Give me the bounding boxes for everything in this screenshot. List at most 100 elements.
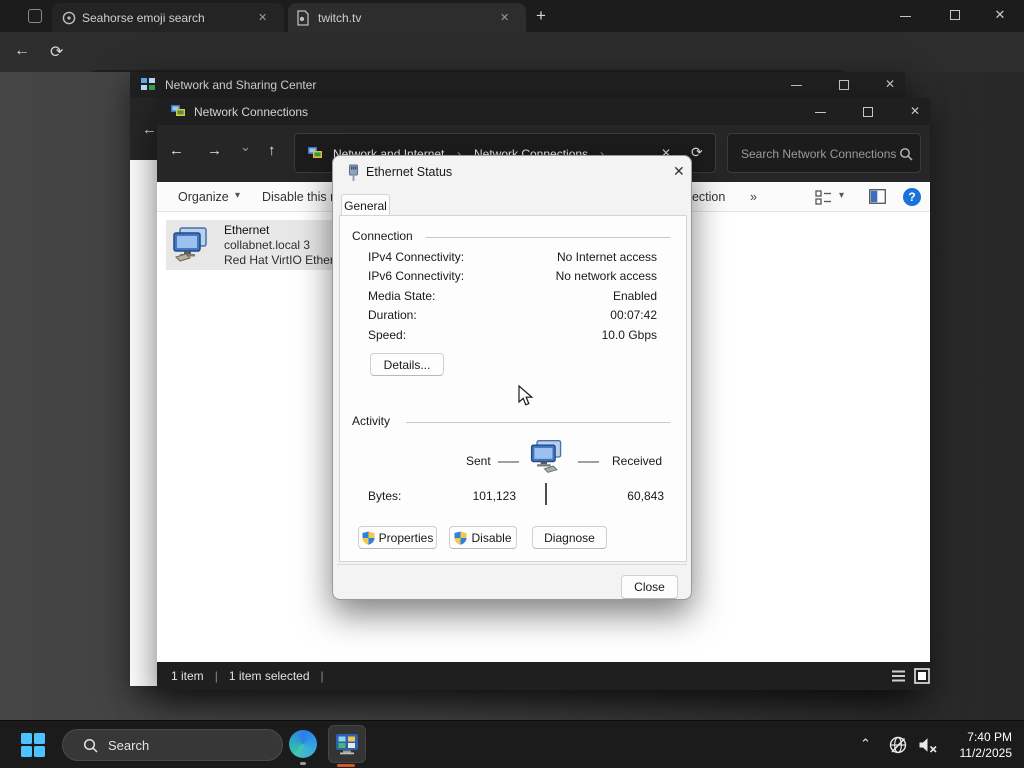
ethernet-status-dialog[interactable]: Ethernet Status ✕ General Connection IPv…: [332, 155, 692, 600]
browser-close-button[interactable]: ✕: [985, 7, 1015, 23]
edge-running-indicator: [300, 762, 306, 765]
activity-group-label: Activity: [352, 414, 391, 428]
organize-caret-icon: ▾: [235, 190, 241, 201]
item-count: 1 item: [171, 669, 204, 683]
row-label: IPv6 Connectivity:: [368, 269, 465, 283]
nc-address-icon: [308, 147, 322, 158]
view-caret-icon[interactable]: ▾: [839, 190, 844, 201]
status-separator: |: [320, 669, 324, 683]
nsc-close-button[interactable]: ✕: [885, 77, 895, 91]
ethernet-connection-icon: [173, 227, 207, 262]
preview-pane-icon[interactable]: [869, 189, 886, 204]
sent-dash: [498, 461, 519, 463]
browser-tab-bar: Seahorse emoji search ✕ twitch.tv ✕ + ✕: [0, 0, 1024, 32]
nsc-minimize-button[interactable]: [791, 85, 802, 86]
activity-computer-icon: [530, 440, 562, 473]
nc-search-placeholder: Search Network Connections: [741, 147, 897, 161]
nc-search-box[interactable]: Search Network Connections: [727, 133, 921, 173]
connection-group-label: Connection: [352, 229, 413, 243]
tab2-close-icon[interactable]: ✕: [500, 11, 509, 24]
tab-workspace-icon[interactable]: [28, 9, 42, 23]
disable-device-button[interactable]: Disable this n: [262, 190, 337, 204]
diagnose-button[interactable]: Diagnose: [532, 526, 607, 549]
browser-toolbar: ← ⟳ twitch.tv/low_plankton_3329 A⁾ ☆ ☆ I…: [0, 32, 1024, 98]
connection-network: collabnet.local 3: [224, 238, 311, 252]
nc-maximize-button[interactable]: [863, 107, 873, 117]
control-panel-taskbar-icon[interactable]: [328, 725, 366, 763]
tab-label: twitch.tv: [318, 11, 362, 25]
ethernet-connection-item[interactable]: Ethernet collabnet.local 3 Red Hat VirtI…: [166, 220, 334, 270]
row-value: No network access: [555, 269, 657, 283]
bytes-separator: [545, 483, 547, 505]
details-view-icon[interactable]: [891, 669, 906, 683]
received-label: Received: [612, 454, 663, 468]
nc-up-icon[interactable]: ↑: [268, 142, 276, 159]
received-bytes-value: 60,843: [627, 489, 664, 503]
desktop: Seahorse emoji search ✕ twitch.tv ✕ + ✕ …: [0, 0, 1024, 768]
disable-button[interactable]: Disable: [449, 526, 517, 549]
properties-button[interactable]: Properties: [358, 526, 437, 549]
selected-count: 1 item selected: [228, 669, 310, 683]
taskbar-search-placeholder: Search: [108, 737, 150, 753]
tab-general[interactable]: General: [341, 194, 390, 216]
change-view-icon[interactable]: [815, 190, 832, 205]
received-dash: [578, 461, 599, 463]
nc-back-icon[interactable]: ←: [169, 142, 184, 159]
clock-time: 7:40 PM: [967, 730, 1012, 744]
edge-taskbar-icon[interactable]: [289, 730, 317, 758]
nc-title-bar[interactable]: Network Connections ✕: [157, 98, 930, 125]
nsc-window-title: Network and Sharing Center: [165, 78, 317, 92]
browser-refresh-icon[interactable]: ⟳: [50, 42, 63, 62]
browser-back-icon[interactable]: ←: [14, 42, 30, 60]
browser-restore-button[interactable]: [950, 10, 960, 20]
connection-device: Red Hat VirtIO Ether: [224, 253, 334, 267]
active-window-indicator: [337, 764, 355, 767]
help-icon[interactable]: ?: [903, 188, 921, 206]
nsc-window-icon: [141, 78, 155, 90]
address-refresh-icon[interactable]: ⟳: [691, 144, 703, 161]
taskbar-clock[interactable]: 7:40 PM 11/2/2025: [930, 729, 1013, 761]
nc-recent-locations-icon[interactable]: ⌄: [240, 139, 251, 155]
activity-group-line: [406, 422, 670, 423]
nsc-maximize-button[interactable]: [839, 80, 849, 90]
tab1-close-icon[interactable]: ✕: [258, 11, 267, 24]
organize-button[interactable]: Organize: [178, 190, 229, 204]
tray-chevron-up-icon[interactable]: ⌃: [860, 736, 871, 752]
row-value: 10.0 Gbps: [601, 328, 657, 342]
tab-seahorse[interactable]: Seahorse emoji search ✕: [52, 3, 284, 32]
row-label: IPv4 Connectivity:: [368, 250, 465, 264]
nc-close-button[interactable]: ✕: [910, 104, 920, 118]
uac-shield-icon: [362, 531, 375, 545]
dialog-footer-line: [337, 564, 687, 565]
nc-status-bar: 1 item | 1 item selected |: [157, 662, 930, 690]
connection-name: Ethernet: [224, 223, 270, 237]
nc-minimize-button[interactable]: [815, 112, 826, 113]
new-tab-button[interactable]: +: [536, 6, 546, 26]
taskbar: Search ⌃ 7:40 PM 11/2/2025: [0, 720, 1024, 768]
search-icon: [900, 148, 913, 161]
details-button[interactable]: Details...: [370, 353, 444, 376]
dialog-title: Ethernet Status: [366, 165, 453, 179]
nc-window-icon: [171, 105, 185, 116]
dialog-close-icon[interactable]: ✕: [673, 163, 685, 180]
close-button[interactable]: Close: [621, 575, 678, 599]
nsc-title-bar[interactable]: Network and Sharing Center ✕: [130, 72, 905, 98]
dialog-ethernet-icon: [349, 164, 358, 181]
status-separator: |: [214, 669, 218, 683]
row-value: 00:07:42: [610, 308, 657, 322]
nc-forward-icon[interactable]: →: [207, 142, 222, 159]
command-overflow-icon[interactable]: »: [750, 190, 757, 204]
taskbar-search-box[interactable]: Search: [62, 729, 283, 761]
tab-twitch[interactable]: twitch.tv ✕: [288, 3, 526, 32]
tab-label: Seahorse emoji search: [82, 11, 205, 25]
row-value: No Internet access: [556, 250, 657, 264]
start-button[interactable]: [20, 732, 46, 758]
nsc-back-icon[interactable]: ←: [142, 121, 157, 138]
tab2-favicon: [297, 10, 309, 26]
search-icon: [83, 738, 98, 753]
no-internet-globe-icon[interactable]: [888, 735, 908, 755]
browser-minimize-button[interactable]: [900, 16, 911, 17]
large-icons-view-icon[interactable]: [914, 668, 930, 684]
row-label: Speed:: [368, 328, 407, 342]
nc-window-title: Network Connections: [194, 105, 309, 119]
